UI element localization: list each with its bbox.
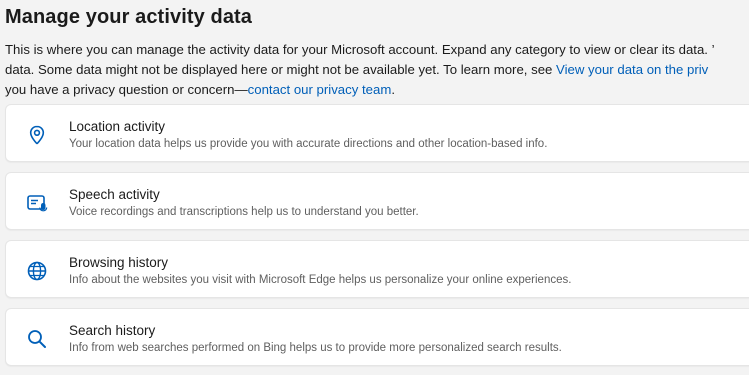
category-card-speech[interactable]: Speech activity Voice recordings and tra… bbox=[5, 172, 749, 230]
description-line-2-text: data. Some data might not be displayed h… bbox=[5, 62, 557, 77]
category-subtitle: Voice recordings and transcriptions help… bbox=[69, 206, 419, 218]
page-description: This is where you can manage the activit… bbox=[5, 40, 715, 100]
description-line-3: you have a privacy question or concern—c… bbox=[5, 80, 715, 100]
category-title: Search history bbox=[69, 323, 156, 338]
view-your-data-link[interactable]: View your data on the priv bbox=[556, 62, 708, 77]
category-card-location[interactable]: Location activity Your location data hel… bbox=[5, 104, 749, 162]
category-title: Browsing history bbox=[69, 255, 169, 270]
activity-page: Manage your activity data This is where … bbox=[0, 0, 749, 375]
category-subtitle: Your location data helps us provide you … bbox=[69, 138, 548, 150]
category-card-browsing[interactable]: Browsing history Info about the websites… bbox=[5, 240, 749, 298]
search-icon bbox=[26, 328, 48, 350]
description-line-2: data. Some data might not be displayed h… bbox=[5, 60, 715, 80]
category-title: Location activity bbox=[69, 119, 166, 134]
description-line-3-end: . bbox=[391, 82, 395, 97]
description-line-3-text: you have a privacy question or concern— bbox=[5, 82, 248, 97]
speech-icon bbox=[26, 192, 48, 214]
description-line-1: This is where you can manage the activit… bbox=[5, 42, 715, 57]
page-title: Manage your activity data bbox=[5, 6, 253, 28]
contact-privacy-team-link[interactable]: contact our privacy team bbox=[248, 82, 392, 97]
category-subtitle: Info about the websites you visit with M… bbox=[69, 274, 572, 286]
category-title: Speech activity bbox=[69, 187, 160, 202]
category-subtitle: Info from web searches performed on Bing… bbox=[69, 342, 562, 354]
globe-icon bbox=[26, 260, 48, 282]
location-pin-icon bbox=[26, 124, 48, 146]
category-card-search[interactable]: Search history Info from web searches pe… bbox=[5, 308, 749, 366]
